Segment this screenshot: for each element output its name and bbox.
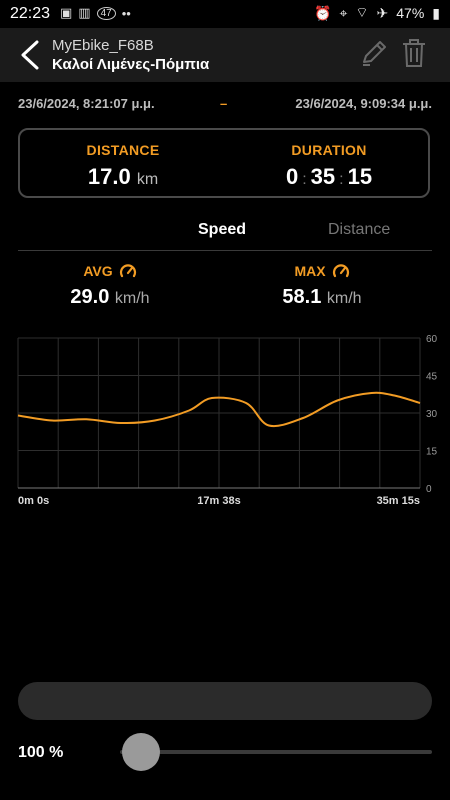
- start-date: 23/6/2024, 8:21:07 μ.μ.: [18, 96, 155, 111]
- route-title: Καλοί Λιμένες-Πόμπια: [52, 56, 210, 73]
- battery-level: 47%: [396, 5, 425, 21]
- status-right-icons: ⏰ ⌖ ⌔ ✈ 47% ▮: [314, 4, 440, 22]
- summary-card: DISTANCE 17.0 km DURATION 0:35:15: [18, 128, 430, 198]
- x-tick-label: 17m 38s: [197, 495, 240, 507]
- back-button[interactable]: [12, 36, 48, 74]
- alarm-icon: ⏰: [314, 4, 332, 21]
- distance-unit: km: [136, 171, 159, 188]
- pencil-icon: [363, 41, 386, 66]
- location-icon: ⌖: [339, 4, 348, 21]
- max-unit: km/h: [326, 290, 362, 307]
- y-tick-label: 0: [426, 484, 432, 495]
- distance-value-row: 17.0 km: [20, 164, 226, 190]
- edit-button[interactable]: [360, 38, 390, 70]
- trash-icon: [403, 39, 425, 67]
- y-tick-label: 30: [426, 409, 438, 420]
- more-dots-icon: ••: [121, 5, 131, 21]
- y-tick-label: 15: [426, 447, 438, 458]
- max-value: 58.1: [282, 286, 322, 308]
- app-header: MyEbike_F68B Καλοί Λιμένες-Πόμπια: [0, 28, 450, 82]
- duration-label: DURATION: [291, 142, 367, 158]
- duration-colon: :: [339, 171, 344, 188]
- avg-speed: AVG 29.0 km/h: [0, 262, 220, 309]
- zoom-slider-knob[interactable]: [122, 733, 160, 771]
- chart-tabs: Speed Distance: [18, 216, 432, 251]
- battery-icon: ▮: [432, 4, 440, 21]
- speedometer-icon: [119, 264, 136, 278]
- airplane-icon: ✈: [376, 4, 389, 21]
- status-time: 22:23: [10, 5, 51, 22]
- avg-label-row: AVG: [0, 262, 220, 280]
- status-left-icons: ▣ ▥ 47 ••: [60, 5, 131, 21]
- speed-chart[interactable]: 60 45 30 15 0 0m 0s 17m 38s 35m 15s: [0, 330, 450, 510]
- distance-value: 17.0: [87, 164, 131, 189]
- duration-seconds: 15: [347, 164, 373, 189]
- chevron-left-icon: [21, 40, 39, 70]
- max-speed: MAX 58.1 km/h: [212, 262, 432, 309]
- duration-summary: DURATION 0:35:15: [226, 142, 432, 190]
- avg-label: AVG: [83, 263, 113, 279]
- y-tick-label: 60: [426, 334, 438, 345]
- x-tick-label: 35m 15s: [377, 495, 420, 507]
- avg-unit: km/h: [114, 290, 150, 307]
- end-date: 23/6/2024, 9:09:34 μ.μ.: [295, 96, 432, 111]
- image-icon: ▣: [60, 5, 73, 20]
- duration-value-row: 0:35:15: [226, 164, 432, 190]
- max-label: MAX: [294, 263, 326, 279]
- avg-value: 29.0: [70, 286, 110, 308]
- tab-speed[interactable]: Speed: [198, 221, 246, 239]
- zoom-label: 100 %: [18, 744, 64, 761]
- duration-minutes: 35: [310, 164, 336, 189]
- notification-badge: 47: [96, 6, 116, 20]
- distance-summary: DISTANCE 17.0 km: [20, 142, 226, 190]
- duration-hours: 0: [285, 164, 299, 189]
- max-value-row: 58.1 km/h: [212, 286, 432, 309]
- header-titles: MyEbike_F68B Καλοί Λιμένες-Πόμπια: [52, 37, 209, 73]
- delete-button[interactable]: [400, 38, 430, 70]
- distance-label: DISTANCE: [86, 142, 160, 158]
- wifi-icon: ⌔: [355, 4, 369, 20]
- playback-bar[interactable]: [18, 682, 432, 720]
- max-label-row: MAX: [212, 262, 432, 280]
- status-bar: 22:23 ▣ ▥ 47 •• ⏰ ⌖ ⌔ ✈ 47% ▮: [0, 0, 450, 28]
- device-name: MyEbike_F68B: [52, 37, 154, 54]
- x-tick-label: 0m 0s: [18, 495, 49, 507]
- tab-distance[interactable]: Distance: [328, 221, 390, 239]
- speedometer-icon: [332, 264, 349, 278]
- duration-colon: :: [302, 171, 307, 188]
- avg-value-row: 29.0 km/h: [0, 286, 220, 309]
- y-tick-label: 45: [426, 372, 438, 383]
- cup-icon: ▥: [78, 5, 91, 20]
- zoom-slider-track[interactable]: [120, 750, 432, 754]
- date-separator: –: [220, 96, 228, 111]
